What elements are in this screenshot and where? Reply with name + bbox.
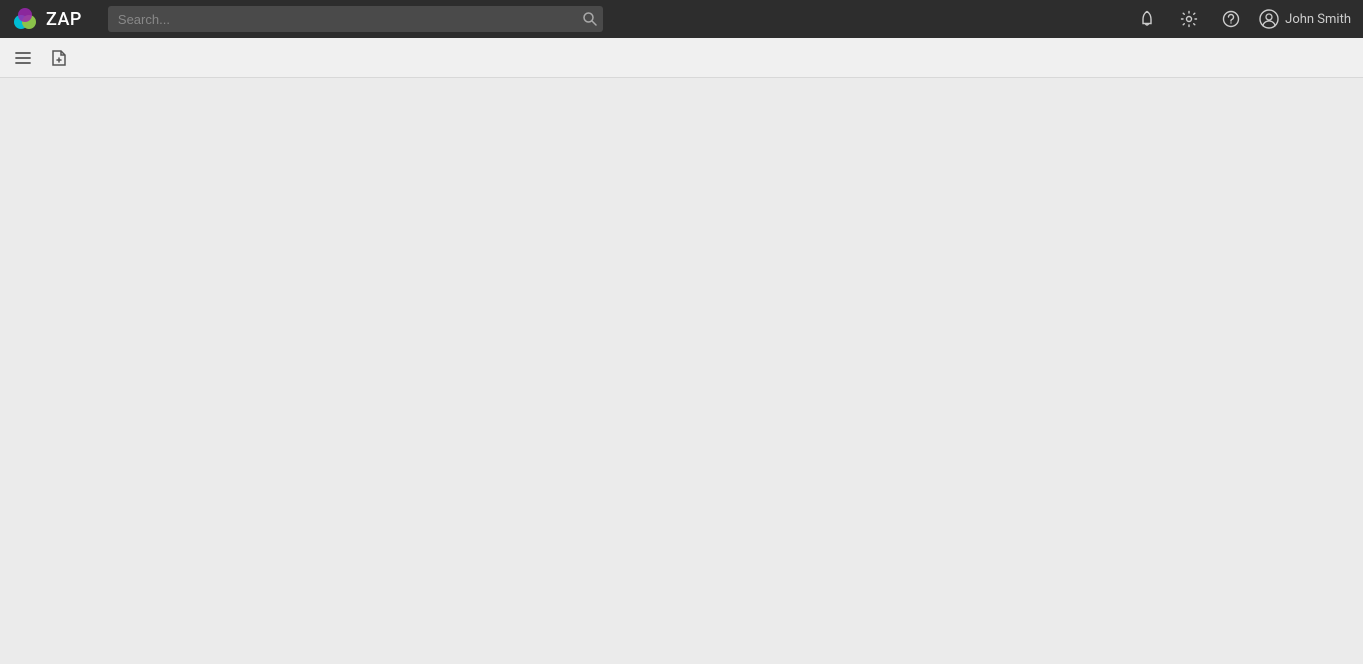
new-file-button[interactable] bbox=[44, 43, 74, 73]
navbar-actions: John Smith bbox=[1133, 5, 1351, 33]
main-content bbox=[0, 78, 1363, 664]
search-container bbox=[108, 6, 603, 32]
user-profile[interactable]: John Smith bbox=[1259, 9, 1351, 29]
notifications-button[interactable] bbox=[1133, 5, 1161, 33]
bell-icon bbox=[1138, 10, 1156, 28]
new-file-icon bbox=[50, 49, 68, 67]
hamburger-icon bbox=[14, 49, 32, 67]
gear-icon bbox=[1180, 10, 1198, 28]
app-logo[interactable]: ZAP bbox=[12, 6, 82, 32]
logo-icon bbox=[12, 6, 38, 32]
toolbar bbox=[0, 38, 1363, 78]
user-name: John Smith bbox=[1285, 12, 1351, 27]
search-icon bbox=[583, 12, 597, 26]
help-icon bbox=[1222, 10, 1240, 28]
help-button[interactable] bbox=[1217, 5, 1245, 33]
settings-button[interactable] bbox=[1175, 5, 1203, 33]
user-avatar-icon bbox=[1259, 9, 1279, 29]
navbar: ZAP bbox=[0, 0, 1363, 38]
menu-button[interactable] bbox=[8, 43, 38, 73]
search-button[interactable] bbox=[583, 12, 597, 26]
search-input[interactable] bbox=[108, 6, 603, 32]
app-title: ZAP bbox=[46, 9, 82, 30]
